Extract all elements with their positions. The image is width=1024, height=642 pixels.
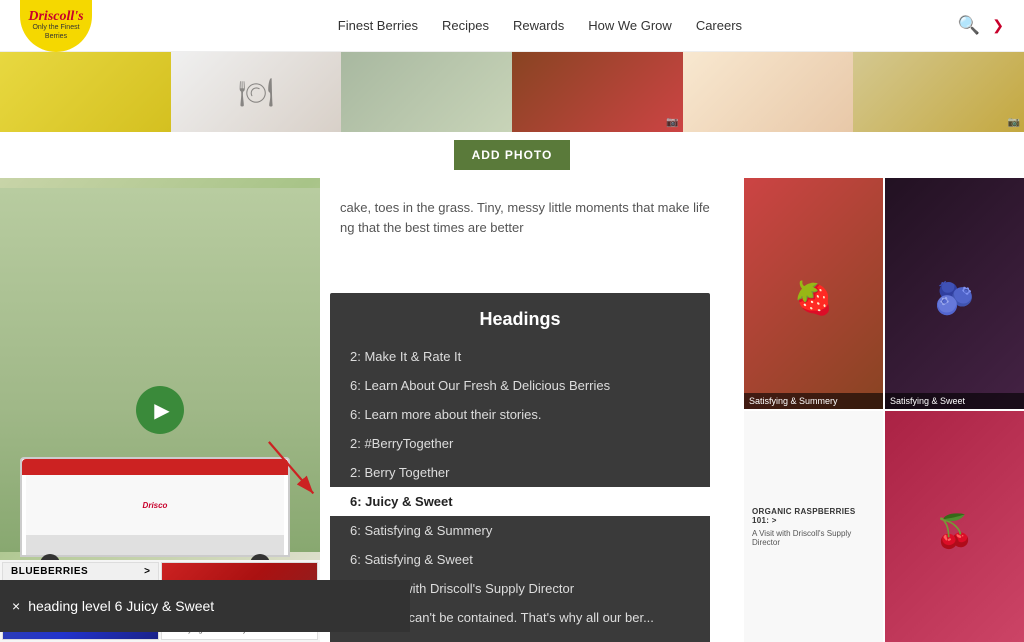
play-icon: ▶	[154, 398, 169, 423]
heading-item-7[interactable]: 6: Satisfying & Sweet	[330, 545, 710, 574]
logo-area[interactable]: Driscoll's Only the Finest Berries	[20, 0, 92, 52]
heading-item-4[interactable]: 2: Berry Together	[330, 458, 710, 487]
grid-cell-branded: ORGANIC RASPBERRIES 101: > A Visit with …	[744, 411, 883, 642]
logo: Driscoll's Only the Finest Berries	[20, 0, 92, 52]
grid-caption-2: Satisfying & Sweet	[885, 393, 1024, 409]
logo-brand: Driscoll's	[28, 10, 83, 24]
image-grid: 🍓 Satisfying & Summery 🫐 Satisfying & Sw…	[744, 178, 1024, 642]
article-text: cake, toes in the grass. Tiny, messy lit…	[340, 198, 724, 237]
heading-item-6[interactable]: 6: Satisfying & Summery	[330, 516, 710, 545]
grid-cell-strawberry: 🍓 Satisfying & Summery	[744, 178, 883, 409]
heading-item-2[interactable]: 6: Learn more about their stories.	[330, 400, 710, 429]
nav-how-we-grow[interactable]: How We Grow	[588, 18, 672, 33]
tooltip-text: heading level 6 Juicy & Sweet	[28, 598, 214, 614]
nav-links: Finest Berries Recipes Rewards How We Gr…	[122, 18, 958, 33]
photo-cell-3	[341, 52, 512, 132]
tooltip-close-icon[interactable]: ×	[12, 598, 20, 614]
photo-cell-2: 🍽	[171, 52, 342, 132]
nav-recipes[interactable]: Recipes	[442, 18, 489, 33]
heading-item-3[interactable]: 2: #BerryTogether	[330, 429, 710, 458]
headings-popup-title: Headings	[330, 309, 710, 330]
photo-cell-6: 📷	[853, 52, 1024, 132]
navigation-bar: Driscoll's Only the Finest Berries Fines…	[0, 0, 1024, 52]
nav-finest-berries[interactable]: Finest Berries	[338, 18, 418, 33]
play-button[interactable]: ▶	[136, 386, 184, 434]
heading-item-1[interactable]: 6: Learn About Our Fresh & Delicious Ber…	[330, 371, 710, 400]
right-content: 🍓 Satisfying & Summery 🫐 Satisfying & Sw…	[744, 178, 1024, 642]
photo-strip: 🍽 📷 📷	[0, 52, 1024, 132]
tooltip-bar: × heading level 6 Juicy & Sweet	[0, 580, 410, 632]
nav-icons: 🔍 ❯	[958, 15, 1004, 36]
photo-cell-4: 📷	[512, 52, 683, 132]
grid-cell-raspberry: 🍒	[885, 411, 1024, 642]
photo-cell-1	[0, 52, 171, 132]
heading-item-10[interactable]: 4: BERRY LOVERS UNITE	[330, 632, 710, 642]
organic-raspberries-subtitle: A Visit with Driscoll's Supply Director	[752, 529, 875, 547]
organic-raspberries-title: ORGANIC RASPBERRIES 101: >	[752, 507, 875, 525]
nav-careers[interactable]: Careers	[696, 18, 742, 33]
photo-cell-5	[683, 52, 854, 132]
blueberries-title: BLUEBERRIES	[11, 566, 88, 577]
add-photo-bar: ADD PHOTO	[0, 132, 1024, 178]
grid-cell-blackberry: 🫐 Satisfying & Sweet	[885, 178, 1024, 409]
logo-tagline: Only the Finest Berries	[24, 24, 88, 41]
heading-item-5-juicy-sweet[interactable]: 6: Juicy & Sweet	[330, 487, 710, 516]
add-photo-button[interactable]: ADD PHOTO	[454, 140, 571, 170]
nav-rewards[interactable]: Rewards	[513, 18, 564, 33]
grid-caption-1: Satisfying & Summery	[744, 393, 883, 409]
heading-item-0[interactable]: 2: Make It & Rate It	[330, 342, 710, 371]
left-content: Drisco ▶ #BerryTogether BLUEBERRIES > Ju…	[0, 178, 320, 642]
search-icon[interactable]: 🔍	[958, 15, 980, 36]
blueberries-arrow: >	[144, 566, 150, 577]
nav-arrow-icon[interactable]: ❯	[992, 17, 1004, 34]
main-area: Drisco ▶ #BerryTogether BLUEBERRIES > Ju…	[0, 178, 1024, 642]
